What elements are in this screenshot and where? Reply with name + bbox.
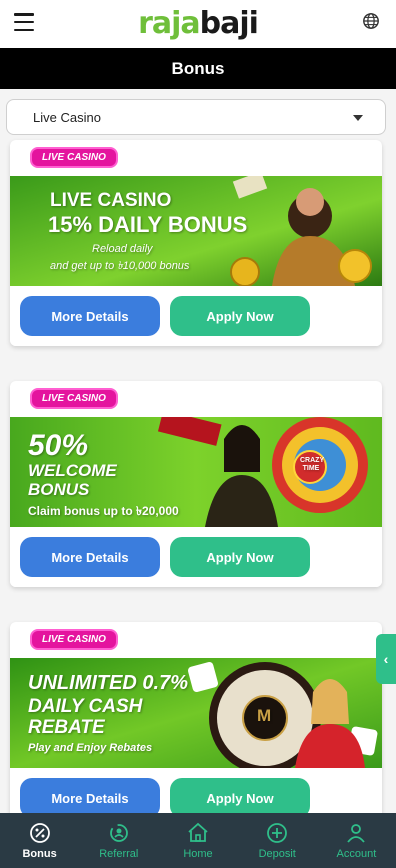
category-select-value: Live Casino xyxy=(33,109,101,125)
rajabaji-logo[interactable]: rajabaji xyxy=(138,6,259,41)
more-details-button[interactable]: More Details xyxy=(20,778,160,818)
nav-item-referral[interactable]: Referral xyxy=(79,813,158,868)
nav-label: Referral xyxy=(99,848,139,860)
nav-item-bonus[interactable]: Bonus xyxy=(0,813,79,868)
nav-label: Account xyxy=(336,848,377,860)
banner-line4: and get up to ৳10,000 bonus xyxy=(50,260,190,272)
bonus-tag: LIVE CASINO xyxy=(30,147,118,168)
card-actions: More Details Apply Now xyxy=(10,527,382,587)
nav-label: Bonus xyxy=(22,848,57,860)
banner-line2: DAILY CASH xyxy=(28,696,143,717)
banner-line4: Claim bonus up to ৳20,000 xyxy=(28,504,179,518)
bonus-card-1: LIVE CASINO LIVE CASINO 15% DAILY BONUS … xyxy=(10,140,382,346)
chevron-down-icon xyxy=(353,115,363,121)
bonus-card-3: LIVE CASINO UNLIMITED 0.7% DAILY CASH RE… xyxy=(10,622,382,828)
category-select[interactable]: Live Casino xyxy=(6,99,386,135)
apply-now-button[interactable]: Apply Now xyxy=(170,778,310,818)
card-actions: More Details Apply Now xyxy=(10,286,382,346)
banner-line3: Reload daily xyxy=(92,243,153,255)
account-icon xyxy=(347,824,366,843)
nav-item-deposit[interactable]: Deposit xyxy=(238,813,317,868)
deposit-plus-icon xyxy=(267,823,288,843)
side-drawer-toggle[interactable]: ‹ xyxy=(376,634,396,684)
bonus-card-2: LIVE CASINO 50% WELCOME BONUS Claim bonu… xyxy=(10,381,382,587)
logo-part1: raja xyxy=(138,6,201,41)
apply-now-button[interactable]: Apply Now xyxy=(170,537,310,577)
nav-label: Deposit xyxy=(258,848,296,860)
banner-line3: BONUS xyxy=(28,480,90,499)
globe-icon[interactable] xyxy=(362,12,380,30)
banner-line3: REBATE xyxy=(28,717,105,738)
home-icon xyxy=(188,822,208,842)
bottom-nav: Bonus Referral Home Deposit Account xyxy=(0,813,396,868)
hamburger-menu-icon[interactable] xyxy=(14,13,34,31)
bonus-tag: LIVE CASINO xyxy=(30,388,118,409)
bonus-banner-3[interactable]: UNLIMITED 0.7% DAILY CASH REBATE Play an… xyxy=(10,658,382,768)
bonus-percent-icon xyxy=(29,823,50,843)
chevron-left-icon: ‹ xyxy=(383,651,389,667)
banner-line1: UNLIMITED 0.7% xyxy=(28,672,189,694)
top-header: rajabaji xyxy=(0,0,396,48)
more-details-button[interactable]: More Details xyxy=(20,537,160,577)
page-title: Bonus xyxy=(171,58,225,78)
banner-line2: 15% DAILY BONUS xyxy=(48,212,248,237)
banner-line4: Play and Enjoy Rebates xyxy=(28,742,153,754)
nav-item-home[interactable]: Home xyxy=(158,813,237,868)
nav-item-account[interactable]: Account xyxy=(317,813,396,868)
banner-line2: WELCOME xyxy=(28,461,117,480)
more-details-button[interactable]: More Details xyxy=(20,296,160,336)
banner-line1: 50% xyxy=(28,429,89,462)
banner-line1: LIVE CASINO xyxy=(50,190,172,211)
apply-now-button[interactable]: Apply Now xyxy=(170,296,310,336)
wheel-label: M xyxy=(257,706,272,725)
bonus-banner-1[interactable]: LIVE CASINO 15% DAILY BONUS Reload daily… xyxy=(10,176,382,286)
bonus-banner-2[interactable]: 50% WELCOME BONUS Claim bonus up to ৳20,… xyxy=(10,417,382,527)
wheel-label: CRAZY TIME xyxy=(300,457,325,472)
page-title-bar: Bonus xyxy=(0,48,396,89)
bonus-tag: LIVE CASINO xyxy=(30,629,118,650)
referral-icon xyxy=(109,824,128,842)
nav-label: Home xyxy=(183,848,213,860)
logo-part2: baji xyxy=(199,6,259,41)
